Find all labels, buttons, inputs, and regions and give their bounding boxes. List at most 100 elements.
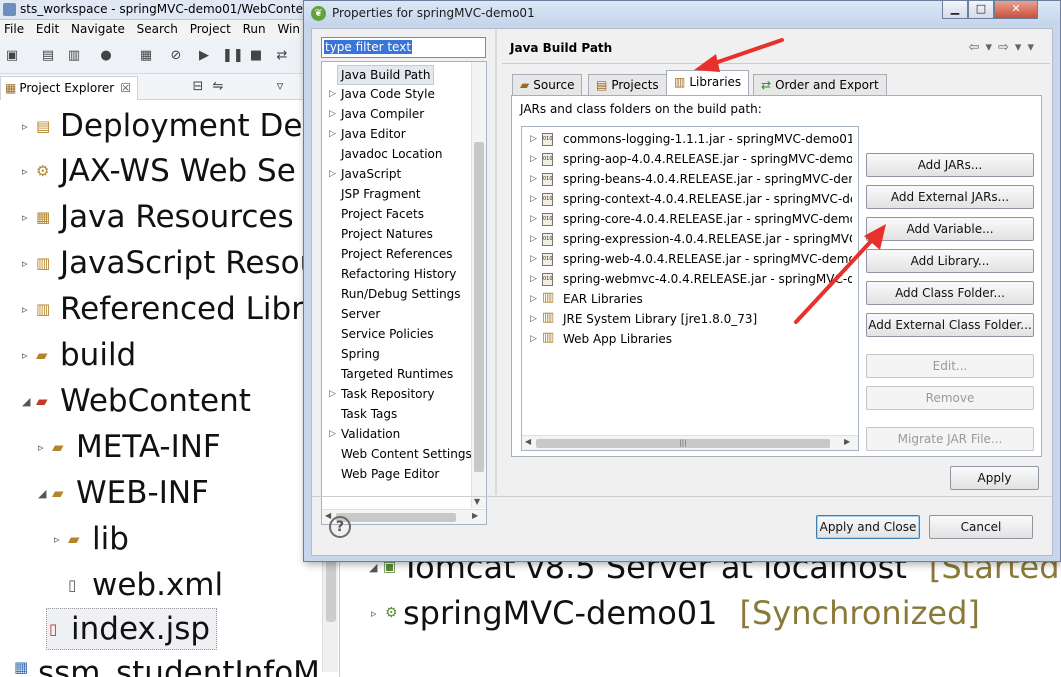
expand-arrow-icon[interactable]: ▷ bbox=[530, 149, 537, 169]
nav-item-task-repository[interactable]: ▷ Task Repository bbox=[322, 384, 472, 404]
nav-item-targeted-runtimes[interactable]: Targeted Runtimes bbox=[322, 364, 472, 384]
remove-button[interactable]: Remove bbox=[866, 386, 1034, 410]
migrate-jar-button[interactable]: Migrate JAR File... bbox=[866, 427, 1034, 451]
menu-edit[interactable]: Edit bbox=[32, 20, 63, 38]
tree-item-ssm-project[interactable]: ▦ ssm_studentInfoM bbox=[14, 652, 320, 677]
tree-item-webcontent[interactable]: ◢ ▰ WebContent bbox=[22, 380, 251, 422]
tab-order-and-export[interactable]: ⇄ Order and Export bbox=[753, 74, 887, 95]
tree-item-jaxws[interactable]: ▹ ⚙ JAX-WS Web Se bbox=[22, 150, 296, 192]
nav-item-java-code-style[interactable]: ▷ Java Code Style bbox=[322, 84, 472, 104]
suspend-icon[interactable]: ❚❚ bbox=[222, 48, 244, 64]
tree-item-java-resources[interactable]: ▹ ▦ Java Resources bbox=[22, 196, 294, 238]
terminate-icon[interactable]: ■ bbox=[248, 48, 264, 64]
edit-button[interactable]: Edit... bbox=[866, 354, 1034, 378]
expand-arrow-icon[interactable]: ▹ bbox=[22, 211, 36, 224]
add-jars-button[interactable]: Add JARs... bbox=[866, 153, 1034, 177]
expand-arrow-icon[interactable]: ▹ bbox=[22, 120, 36, 133]
new-icon[interactable]: ▣ bbox=[4, 48, 20, 64]
minimize-button[interactable]: ▁ bbox=[942, 1, 968, 19]
expand-arrow-icon[interactable]: ▹ bbox=[22, 349, 36, 362]
add-library-button[interactable]: Add Library... bbox=[866, 249, 1034, 273]
tree-item-meta-inf[interactable]: ▹ ▰ META-INF bbox=[38, 426, 221, 468]
collapse-arrow-icon[interactable]: ◢ bbox=[38, 487, 52, 500]
tree-item-referenced-libraries[interactable]: ▹ ▥ Referenced Libr bbox=[22, 288, 304, 330]
collapse-arrow-icon[interactable]: ◢ bbox=[22, 395, 36, 408]
apply-button[interactable]: Apply bbox=[950, 466, 1039, 490]
expand-arrow-icon[interactable]: ▷ bbox=[530, 249, 537, 269]
nav-item-jsp-fragment[interactable]: JSP Fragment bbox=[322, 184, 472, 204]
libraries-horizontal-scrollbar[interactable]: ◀ ||| ▶ bbox=[522, 435, 858, 450]
tab-projects[interactable]: ▤ Projects bbox=[588, 74, 667, 95]
expand-arrow-icon[interactable]: ▹ bbox=[54, 533, 68, 546]
expand-arrow-icon[interactable]: ▷ bbox=[530, 269, 537, 289]
nav-item-java-compiler[interactable]: ▷ Java Compiler bbox=[322, 104, 472, 124]
splitter-sash[interactable] bbox=[495, 29, 497, 495]
expand-arrow-icon[interactable]: ▷ bbox=[329, 164, 336, 184]
library-row[interactable]: ▷ 010 spring-context-4.0.4.RELEASE.jar - s… bbox=[522, 189, 852, 209]
tree-item-index-jsp[interactable]: ▯ index.jsp bbox=[46, 608, 218, 650]
collapse-arrow-icon[interactable]: ◢ bbox=[369, 561, 383, 574]
tree-item-deployment[interactable]: ▹ ▤ Deployment De bbox=[22, 105, 302, 147]
scroll-down-icon[interactable]: ▼ bbox=[474, 497, 480, 506]
expand-arrow-icon[interactable]: ▷ bbox=[329, 424, 336, 444]
add-variable-button[interactable]: Add Variable... bbox=[866, 217, 1034, 241]
library-row[interactable]: ▷ 010 spring-core-4.0.4.RELEASE.jar - spri… bbox=[522, 209, 852, 229]
library-row[interactable]: ▷ ▥ JRE System Library [jre1.8.0_73] bbox=[522, 309, 852, 329]
nav-item-web-content-settings[interactable]: Web Content Settings bbox=[322, 444, 472, 464]
menu-file[interactable]: File bbox=[0, 20, 28, 38]
library-row[interactable]: ▷ ▥ EAR Libraries bbox=[522, 289, 852, 309]
dialog-title-bar[interactable]: ❦ Properties for springMVC-demo01 ▁ □ ✕ bbox=[304, 1, 1060, 26]
library-row[interactable]: ▷ ▥ Web App Libraries bbox=[522, 329, 852, 349]
library-row[interactable]: ▷ 010 spring-expression-4.0.4.RELEASE.jar … bbox=[522, 229, 852, 249]
expand-arrow-icon[interactable]: ▷ bbox=[530, 309, 537, 329]
profile-icon[interactable]: ● bbox=[98, 48, 114, 64]
expand-arrow-icon[interactable]: ▹ bbox=[22, 165, 36, 178]
expand-arrow-icon[interactable]: ▷ bbox=[329, 104, 336, 124]
skip-breakpoints-icon[interactable]: ⊘ bbox=[168, 48, 184, 64]
save-all-icon[interactable]: ▥ bbox=[66, 48, 82, 64]
menu-run[interactable]: Run bbox=[239, 20, 270, 38]
library-row[interactable]: ▷ 010 spring-aop-4.0.4.RELEASE.jar - sprin… bbox=[522, 149, 852, 169]
scroll-right-icon[interactable]: ▶ bbox=[472, 511, 478, 520]
menu-window[interactable]: Win bbox=[273, 20, 304, 38]
nav-item-task-tags[interactable]: Task Tags bbox=[322, 404, 472, 424]
nav-item-server[interactable]: Server bbox=[322, 304, 472, 324]
expand-arrow-icon[interactable]: ▷ bbox=[530, 289, 537, 309]
expand-arrow-icon[interactable]: ▷ bbox=[530, 329, 537, 349]
resume-icon[interactable]: ▶ bbox=[196, 48, 212, 64]
add-external-jars-button[interactable]: Add External JARs... bbox=[866, 185, 1034, 209]
nav-item-refactoring-history[interactable]: Refactoring History bbox=[322, 264, 472, 284]
expand-arrow-icon[interactable]: ▷ bbox=[329, 124, 336, 144]
link-with-editor-icon[interactable]: ⇋ bbox=[210, 79, 226, 95]
tab-source[interactable]: ▰ Source bbox=[512, 74, 583, 95]
menu-navigate[interactable]: Navigate bbox=[67, 20, 129, 38]
scroll-left-icon[interactable]: ◀ bbox=[525, 437, 531, 446]
add-class-folder-button[interactable]: Add Class Folder... bbox=[866, 281, 1034, 305]
nav-item-web-page-editor[interactable]: Web Page Editor bbox=[322, 464, 472, 484]
nav-item-javadoc-location[interactable]: Javadoc Location bbox=[322, 144, 472, 164]
expand-arrow-icon[interactable]: ▷ bbox=[530, 209, 537, 229]
tree-item-web-xml[interactable]: ▯ web.xml bbox=[54, 564, 223, 606]
expand-arrow-icon[interactable]: ▹ bbox=[38, 441, 52, 454]
scroll-left-icon[interactable]: ◀ bbox=[325, 511, 331, 520]
library-row[interactable]: ▷ 010 spring-webmvc-4.0.4.RELEASE.jar - sp… bbox=[522, 269, 852, 289]
scroll-right-icon[interactable]: ▶ bbox=[844, 437, 850, 446]
menu-search[interactable]: Search bbox=[133, 20, 182, 38]
nav-item-javascript[interactable]: ▷ JavaScript bbox=[322, 164, 472, 184]
tree-item-web-inf[interactable]: ◢ ▰ WEB-INF bbox=[38, 472, 209, 514]
expand-arrow-icon[interactable]: ▷ bbox=[530, 229, 537, 249]
library-row[interactable]: ▷ 010 spring-beans-4.0.4.RELEASE.jar - spr… bbox=[522, 169, 852, 189]
view-menu-icon[interactable]: ▿ bbox=[272, 79, 288, 95]
nav-vertical-scrollbar[interactable]: ▼ bbox=[471, 62, 486, 508]
scrollbar-thumb[interactable]: ||| bbox=[536, 439, 830, 448]
expand-arrow-icon[interactable]: ▷ bbox=[530, 189, 537, 209]
scrollbar-thumb[interactable] bbox=[336, 513, 456, 522]
nav-item-java-editor[interactable]: ▷ Java Editor bbox=[322, 124, 472, 144]
tree-item-build[interactable]: ▹ ▰ build bbox=[22, 334, 136, 376]
tab-libraries[interactable]: ▥ Libraries bbox=[666, 70, 750, 96]
nav-item-run-debug-settings[interactable]: Run/Debug Settings bbox=[322, 284, 472, 304]
close-icon[interactable]: ☒ bbox=[120, 81, 131, 95]
expand-arrow-icon[interactable]: ▷ bbox=[329, 384, 336, 404]
nav-item-project-facets[interactable]: Project Facets bbox=[322, 204, 472, 224]
collapse-all-icon[interactable]: ⊟ bbox=[190, 79, 206, 95]
